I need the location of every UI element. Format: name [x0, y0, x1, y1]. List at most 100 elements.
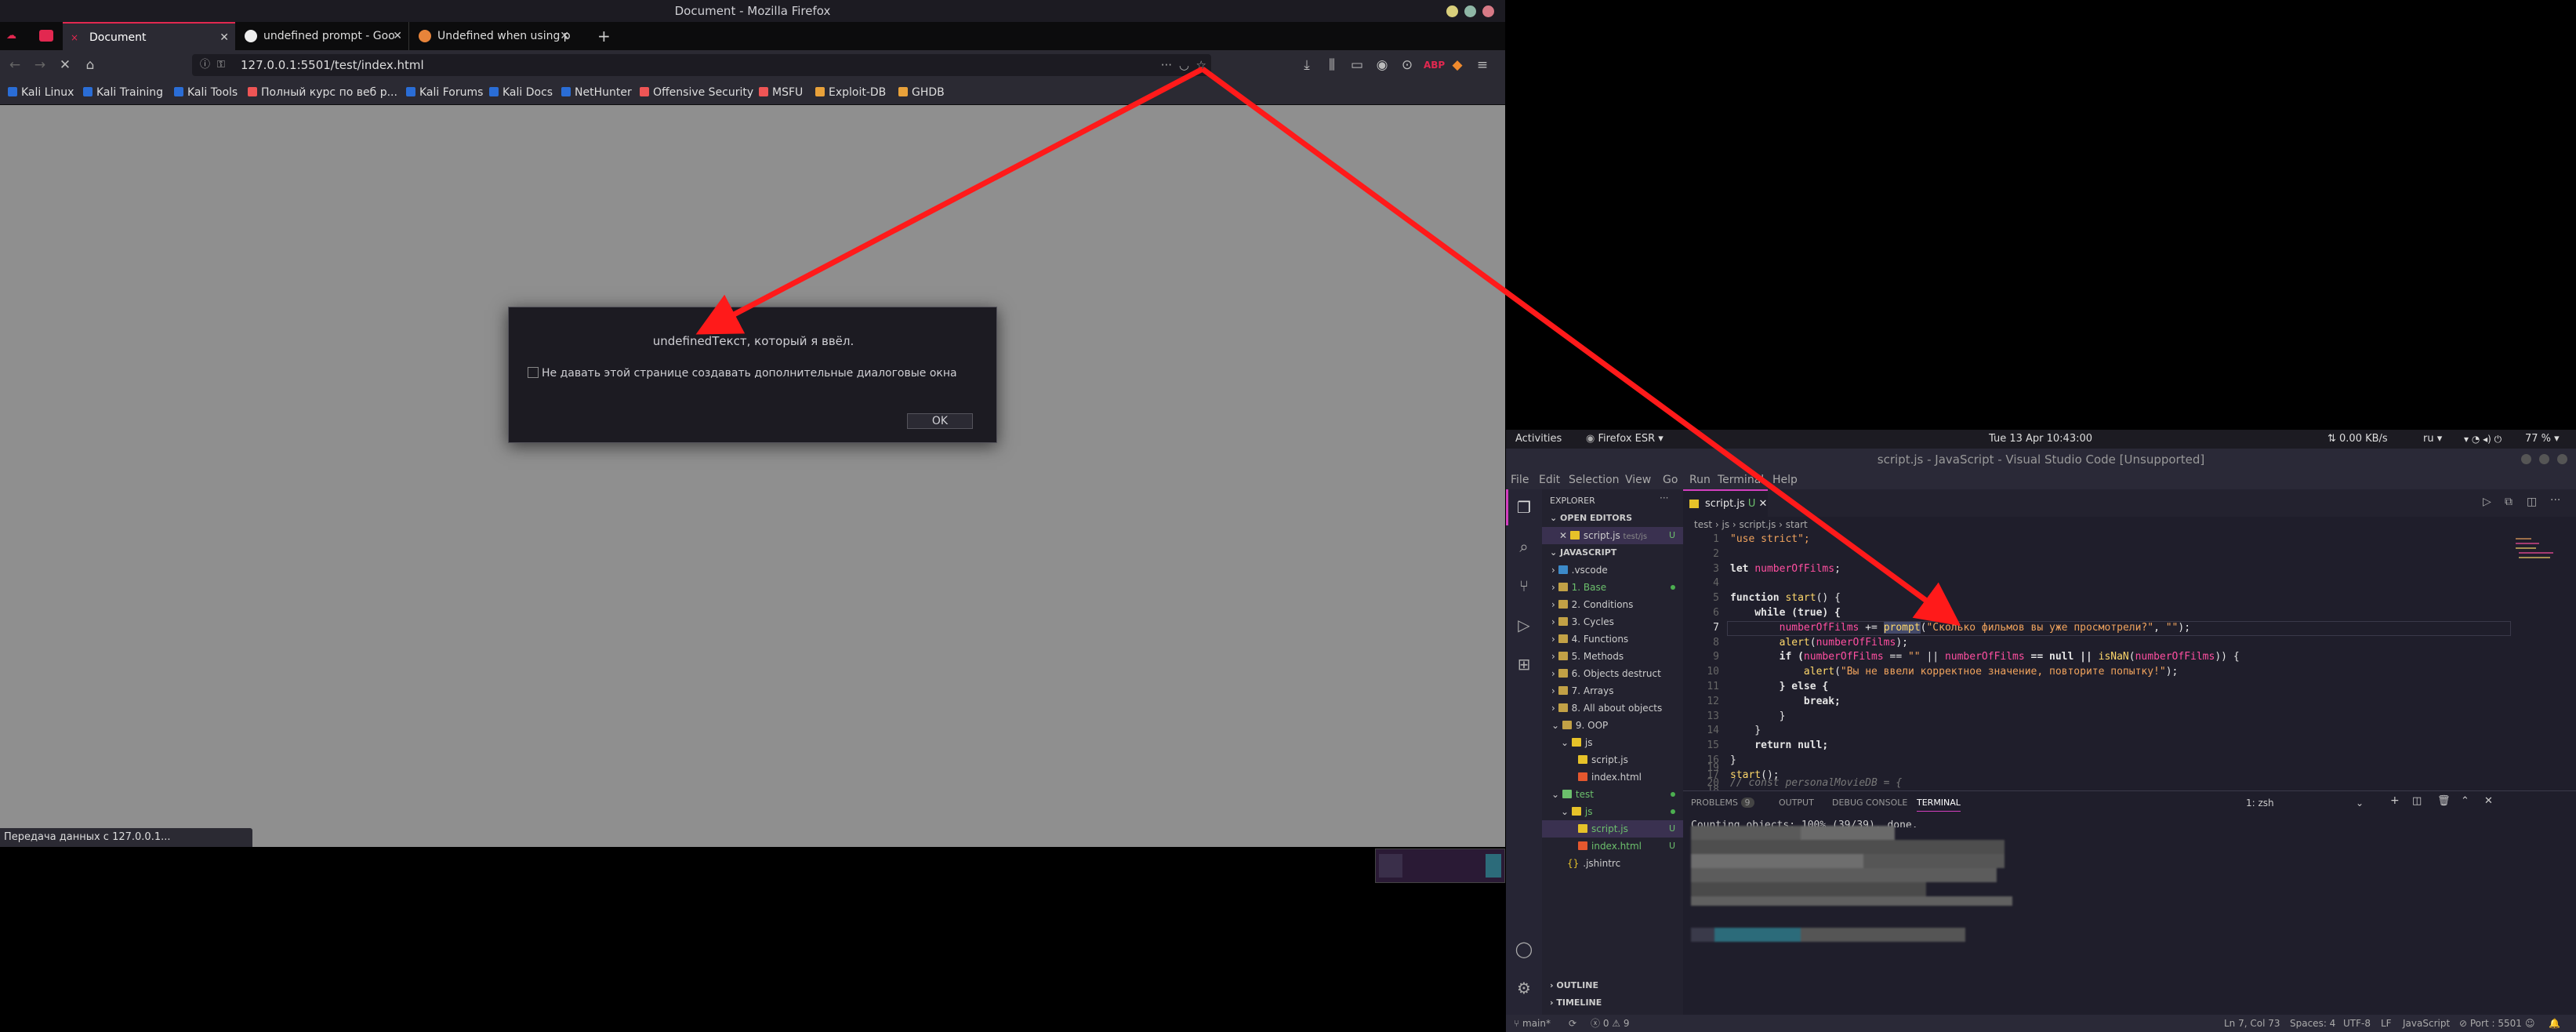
- tree-folder[interactable]: ⌄ js: [1542, 734, 1683, 751]
- bookmark-item[interactable]: Exploit-DB: [815, 80, 886, 105]
- new-tab-button[interactable]: +: [597, 27, 611, 45]
- tree-folder[interactable]: ⌄ js: [1542, 803, 1683, 820]
- end-of-line[interactable]: LF: [2381, 1015, 2392, 1032]
- close-icon[interactable]: ✕: [1759, 498, 1768, 510]
- more-actions-icon[interactable]: ···: [2550, 494, 2560, 507]
- breadcrumb[interactable]: test › js › script.js › start: [1683, 517, 2153, 532]
- breadcrumb-item[interactable]: script.js: [1740, 519, 1776, 530]
- close-window-button[interactable]: [2557, 454, 2567, 464]
- live-server-port[interactable]: ⊘ Port : 5501: [2459, 1015, 2522, 1032]
- tree-file[interactable]: {} .jshintrc: [1542, 855, 1683, 872]
- run-icon[interactable]: ▷: [2483, 496, 2491, 508]
- run-debug-icon[interactable]: ▷: [1513, 614, 1535, 636]
- ok-button[interactable]: OK: [907, 413, 973, 429]
- notifications-icon[interactable]: 🔔: [2549, 1015, 2560, 1032]
- explorer-icon[interactable]: ❐: [1513, 496, 1535, 518]
- info-icon[interactable]: ⓘ: [200, 54, 210, 76]
- search-icon[interactable]: ⌕: [1513, 536, 1535, 558]
- close-icon[interactable]: ✕: [220, 24, 229, 50]
- bookmark-item[interactable]: Kali Docs: [489, 80, 553, 105]
- maximize-button[interactable]: [2539, 454, 2549, 464]
- menu-icon[interactable]: ≡: [1474, 56, 1491, 74]
- git-branch[interactable]: ⑂ main*: [1514, 1015, 1551, 1032]
- breadcrumb-item[interactable]: start: [1786, 519, 1808, 530]
- home-icon[interactable]: ⌂: [82, 56, 99, 74]
- library-icon[interactable]: ⫼: [1323, 56, 1341, 74]
- battery[interactable]: 77 % ▾: [2525, 430, 2560, 449]
- stop-icon[interactable]: ✕: [56, 56, 74, 74]
- extensions-icon[interactable]: ⊞: [1513, 653, 1535, 675]
- tree-folder[interactable]: ⌄ 9. OOP: [1542, 717, 1683, 734]
- bookmark-star-icon[interactable]: ☆: [1196, 54, 1206, 76]
- bookmark-item[interactable]: Kali Forums: [406, 80, 483, 105]
- bookmark-item[interactable]: NetHunter: [561, 80, 632, 105]
- tab-script-js[interactable]: script.js U ✕: [1683, 489, 1768, 517]
- open-editor-item[interactable]: ✕ script.js test/js U: [1542, 527, 1683, 544]
- language-mode[interactable]: JavaScript: [2403, 1015, 2450, 1032]
- new-terminal-icon[interactable]: +: [2390, 794, 2400, 807]
- tree-file[interactable]: index.html U: [1542, 838, 1683, 855]
- code-view[interactable]: 1 2 3 4 5 6 7 8 9 10 11 12 13 14 15 16 1…: [1683, 532, 2576, 796]
- source-control-icon[interactable]: ⑂: [1513, 575, 1535, 597]
- terminal-select[interactable]: 1: zsh ⌄: [2246, 798, 2364, 809]
- menu-edit[interactable]: Edit: [1539, 471, 1560, 489]
- breadcrumb-item[interactable]: test: [1694, 519, 1712, 530]
- suppress-dialogs-checkbox[interactable]: Не давать этой странице создавать дополн…: [528, 367, 957, 380]
- pocket-icon[interactable]: ◡: [1179, 54, 1189, 76]
- tree-folder[interactable]: › .vscode: [1542, 561, 1683, 579]
- tab-problems[interactable]: PROBLEMS 9: [1691, 798, 1754, 808]
- timeline-header[interactable]: › TIMELINE: [1542, 994, 1602, 1012]
- ublock-icon[interactable]: ◆: [1449, 56, 1466, 74]
- bookmark-item[interactable]: Kali Tools: [174, 80, 238, 105]
- encoding[interactable]: UTF-8: [2343, 1015, 2371, 1032]
- menu-file[interactable]: File: [1511, 471, 1529, 489]
- tree-folder[interactable]: › 8. All about objects: [1542, 700, 1683, 717]
- tree-folder[interactable]: › 6. Objects destruct: [1542, 665, 1683, 682]
- settings-gear-icon[interactable]: ⚙: [1513, 977, 1535, 999]
- close-icon[interactable]: ✕: [560, 22, 569, 50]
- tree-folder[interactable]: › 2. Conditions: [1542, 596, 1683, 613]
- forward-icon[interactable]: →: [31, 56, 49, 74]
- download-icon[interactable]: ⤓: [1298, 56, 1315, 74]
- minimize-button[interactable]: [2521, 454, 2531, 464]
- checkbox-box[interactable]: [528, 367, 539, 378]
- keyboard-layout[interactable]: ru ▾: [2423, 430, 2442, 449]
- bookmark-item[interactable]: Полный курс по веб р...: [248, 80, 397, 105]
- menu-selection[interactable]: Selection: [1569, 471, 1620, 489]
- tree-file-selected[interactable]: script.js U: [1542, 820, 1683, 838]
- tab-undefined-prompt[interactable]: undefined prompt - Goo ✕: [237, 22, 409, 50]
- more-actions-icon[interactable]: ···: [1660, 492, 1668, 503]
- sync-icon[interactable]: ⟳: [1569, 1015, 1576, 1032]
- outline-header[interactable]: › OUTLINE: [1542, 977, 1598, 994]
- tree-folder[interactable]: › 7. Arrays: [1542, 682, 1683, 700]
- problems-status[interactable]: ⓧ 0 ⚠ 9: [1591, 1015, 1630, 1032]
- account-icon[interactable]: ◉: [1373, 56, 1391, 74]
- minimap[interactable]: [2514, 536, 2561, 599]
- tree-folder[interactable]: › 5. Methods: [1542, 648, 1683, 665]
- cursor-position[interactable]: Ln 7, Col 73: [2224, 1015, 2280, 1032]
- tab-debug-console[interactable]: DEBUG CONSOLE: [1832, 798, 1907, 808]
- adblock-icon[interactable]: ABP: [1424, 56, 1445, 74]
- feedback-icon[interactable]: ☺: [2525, 1015, 2535, 1032]
- kill-terminal-icon[interactable]: 🗑: [2437, 795, 2451, 807]
- split-terminal-icon[interactable]: ◫: [2412, 795, 2422, 807]
- system-tray-icons[interactable]: ▾ ◔ ◂) ⏻: [2464, 430, 2502, 449]
- menu-help[interactable]: Help: [1772, 471, 1798, 489]
- open-editors-header[interactable]: ⌄ OPEN EDITORS: [1542, 510, 1632, 527]
- youtube-icon[interactable]: [39, 30, 53, 42]
- breadcrumb-item[interactable]: js: [1722, 519, 1729, 530]
- kali-icon[interactable]: ☁: [6, 30, 19, 42]
- clock[interactable]: Tue 13 Apr 10:43:00: [1989, 430, 2092, 449]
- close-window-button[interactable]: [1482, 5, 1494, 17]
- back-icon[interactable]: ←: [6, 56, 24, 74]
- maximize-button[interactable]: [1464, 5, 1476, 17]
- bookmark-item[interactable]: Kali Linux: [8, 80, 74, 105]
- indentation[interactable]: Spaces: 4: [2290, 1015, 2335, 1032]
- tab-terminal[interactable]: TERMINAL: [1917, 798, 1961, 812]
- lock-icon[interactable]: ⚿: [217, 54, 225, 76]
- bookmark-item[interactable]: Kali Training: [83, 80, 163, 105]
- menu-go[interactable]: Go: [1663, 471, 1678, 489]
- tree-folder[interactable]: › 1. Base: [1542, 579, 1683, 596]
- activities-button[interactable]: Activities: [1515, 430, 1562, 449]
- menu-run[interactable]: Run: [1689, 471, 1711, 489]
